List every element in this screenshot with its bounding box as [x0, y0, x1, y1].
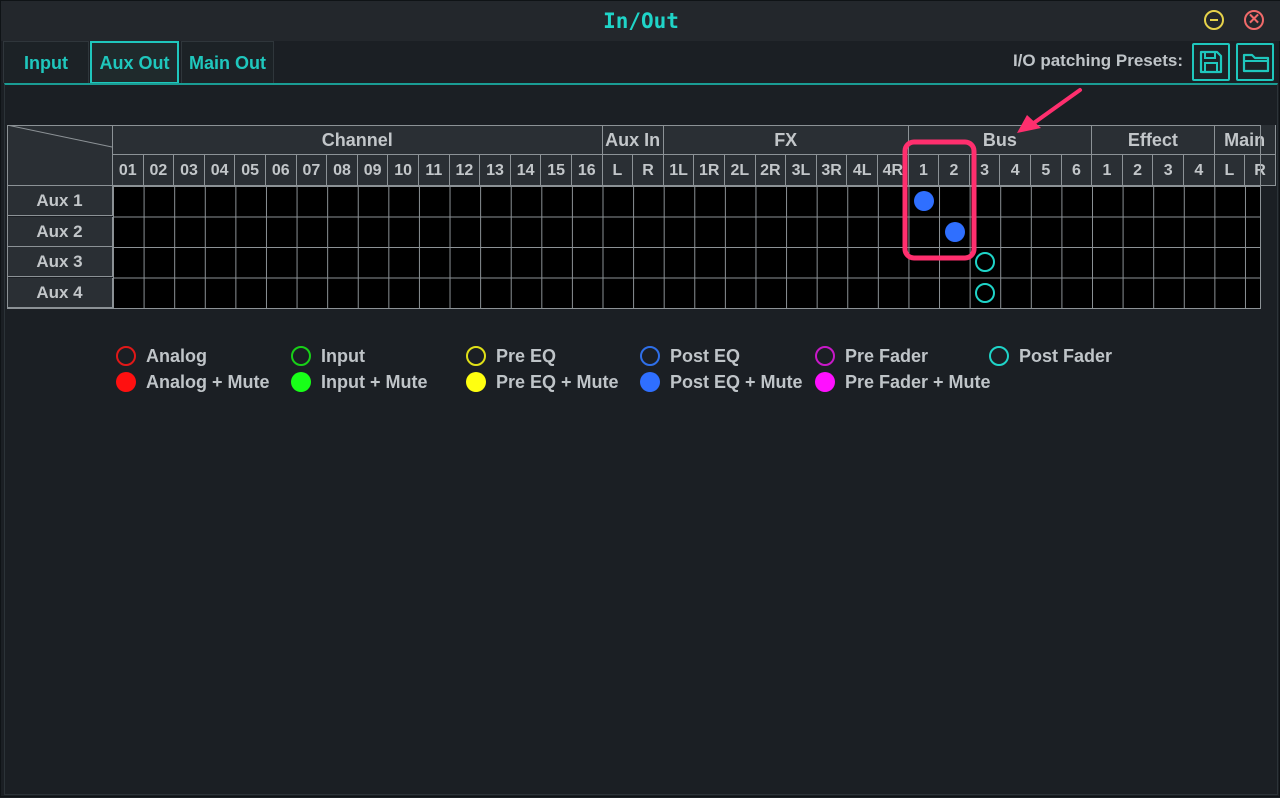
group-header-fx: FX: [663, 125, 909, 155]
column-header: 04: [204, 155, 236, 186]
presets-label: I/O patching Presets:: [1012, 51, 1183, 70]
column-header: 4: [1000, 155, 1031, 186]
legend-swatch-icon: [640, 346, 660, 366]
legend-label: Analog + Mute: [146, 372, 270, 392]
legend-label: Analog: [146, 346, 207, 366]
legend-label: Input + Mute: [321, 372, 428, 392]
group-header-bus: Bus: [908, 125, 1093, 155]
legend-swatch-icon: [466, 346, 486, 366]
column-header: 15: [541, 155, 572, 186]
save-preset-button[interactable]: [1192, 43, 1230, 81]
row-label: Aux 3: [7, 247, 113, 277]
legend-item: Input: [291, 345, 466, 367]
column-header: 1: [1092, 155, 1123, 186]
legend-item: Input + Mute: [291, 371, 466, 393]
tab-main-out[interactable]: Main Out: [181, 41, 274, 83]
tab-aux-out[interactable]: Aux Out: [90, 41, 179, 84]
legend-item: Analog: [116, 345, 291, 367]
legend-label: Pre Fader + Mute: [845, 372, 991, 392]
column-header: L: [602, 155, 634, 186]
column-header: R: [633, 155, 664, 186]
legend-swatch-icon: [815, 346, 835, 366]
routing-cells[interactable]: [113, 186, 1260, 308]
column-header: 3L: [786, 155, 817, 186]
group-header-main: Main: [1214, 125, 1276, 155]
legend-item: Post Fader: [989, 345, 1164, 367]
column-header: R: [1245, 155, 1276, 186]
folder-icon: [1242, 53, 1270, 73]
minimize-icon[interactable]: [1204, 10, 1224, 30]
legend-item: Pre EQ + Mute: [466, 371, 641, 393]
row-label: Aux 1: [7, 186, 113, 216]
routing-dot-post-eq-mute[interactable]: [944, 221, 965, 242]
column-header: 5: [1031, 155, 1062, 186]
column-header: 10: [388, 155, 419, 186]
legend-item: Analog + Mute: [116, 371, 291, 393]
in-out-window: In/Out ✕ Input Aux Out Main Out I/O patc…: [0, 0, 1280, 797]
column-header: 1R: [694, 155, 725, 186]
column-header: 2R: [755, 155, 787, 186]
column-header: 4R: [878, 155, 909, 186]
legend-label: Input: [321, 346, 365, 366]
column-header: L: [1214, 155, 1246, 186]
legend: Analog Input Pre EQ Post EQ Pre Fader Post Fa…: [116, 345, 1216, 405]
column-header: 6: [1061, 155, 1093, 186]
column-header: 1L: [663, 155, 695, 186]
legend-swatch-icon: [116, 346, 136, 366]
column-header: 02: [143, 155, 175, 186]
save-icon: [1199, 50, 1223, 74]
title-bar: In/Out ✕: [1, 1, 1280, 41]
legend-item: Post EQ: [640, 345, 815, 367]
window-title: In/Out: [603, 9, 679, 33]
legend-item: Pre Fader: [815, 345, 990, 367]
column-header: 07: [296, 155, 328, 186]
column-header: 16: [572, 155, 603, 186]
column-header: 3: [1153, 155, 1184, 186]
group-header-channel: Channel: [113, 125, 603, 155]
column-header: 03: [174, 155, 205, 186]
legend-swatch-icon: [291, 346, 311, 366]
column-header: 4L: [847, 155, 878, 186]
column-header: 12: [449, 155, 481, 186]
close-icon[interactable]: ✕: [1244, 10, 1264, 30]
legend-label: Post EQ + Mute: [670, 372, 803, 392]
column-header: 14: [510, 155, 542, 186]
column-header: 3R: [816, 155, 848, 186]
legend-item: Post EQ + Mute: [640, 371, 815, 393]
column-header: 01: [113, 155, 144, 186]
group-header-effect: Effect: [1092, 125, 1215, 155]
group-header-aux-in: Aux In: [602, 125, 664, 155]
open-preset-button[interactable]: [1236, 43, 1274, 81]
column-header: 09: [357, 155, 389, 186]
column-header: 1: [908, 155, 940, 186]
tab-input[interactable]: Input: [3, 41, 89, 83]
column-header: 08: [327, 155, 358, 186]
routing-dot-post-fader[interactable]: [975, 282, 996, 303]
legend-swatch-icon: [989, 346, 1009, 366]
legend-swatch-icon: [640, 372, 660, 392]
column-header: 05: [235, 155, 266, 186]
legend-swatch-icon: [291, 372, 311, 392]
column-header: 2L: [725, 155, 756, 186]
legend-swatch-icon: [116, 372, 136, 392]
grid-corner: [7, 125, 113, 186]
row-label: Aux 2: [7, 216, 113, 247]
column-header: 3: [969, 155, 1001, 186]
legend-swatch-icon: [466, 372, 486, 392]
column-header: 13: [480, 155, 511, 186]
legend-label: Post Fader: [1019, 346, 1113, 366]
column-header: 11: [419, 155, 450, 186]
legend-label: Pre EQ + Mute: [496, 372, 619, 392]
column-header: 2: [939, 155, 970, 186]
legend-label: Post EQ: [670, 346, 741, 366]
row-label: Aux 4: [7, 277, 113, 308]
column-header: 2: [1122, 155, 1154, 186]
legend-item: Pre Fader + Mute: [815, 371, 991, 393]
legend-label: Pre EQ: [496, 346, 557, 366]
column-header: 4: [1184, 155, 1215, 186]
legend-swatch-icon: [815, 372, 835, 392]
column-header: 06: [266, 155, 297, 186]
legend-label: Pre Fader: [845, 346, 929, 366]
legend-item: Pre EQ: [466, 345, 641, 367]
